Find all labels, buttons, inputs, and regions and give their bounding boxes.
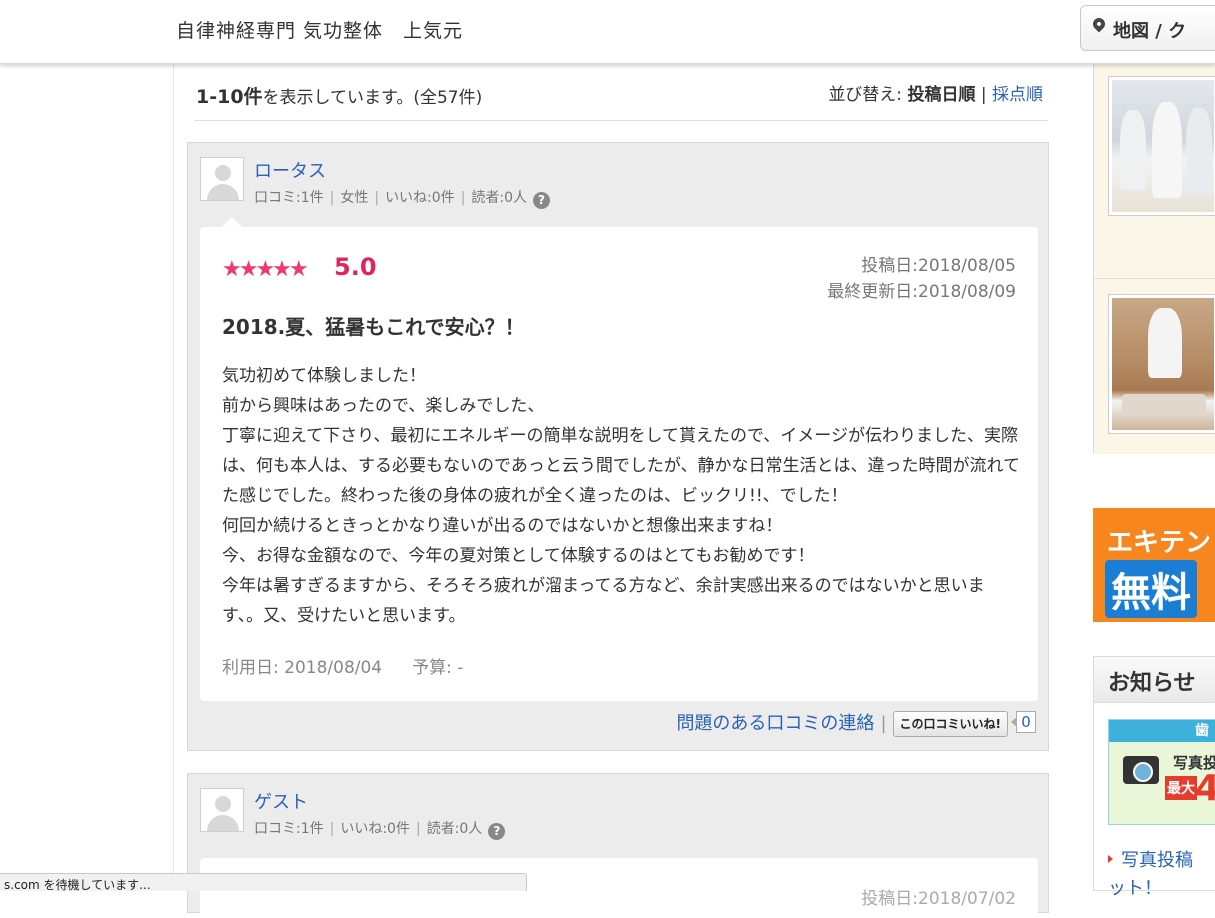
posted-date: 投稿日:2018/08/05 [861,256,1016,276]
meta-review-count: 口コミ:1件 [254,821,324,837]
sort-by-score-link[interactable]: 採点順 [992,85,1043,105]
results-range: 1-10件 [196,86,263,108]
usage-date: 利用日: 2018/08/04 [222,658,383,678]
meta-gender: 女性 [340,190,369,206]
avatar-body-shape [207,815,239,831]
avatar[interactable] [200,788,244,832]
posted-date: 投稿日:2018/07/02 [861,889,1016,909]
shop-photo[interactable] [1108,76,1215,216]
promo-banner[interactable]: エキテン 無料 [1093,508,1215,622]
like-count: 0 [1011,711,1036,733]
sidebar-divider [1093,278,1215,279]
review-title: 2018.夏、猛暑もこれで安心？！ [222,315,525,339]
review-card: ロータス 口コミ:1件 | 女性 | いいね:0件 | 読者:0人? ★★★★★ 5.0 投… [187,142,1049,751]
review-paragraph: 何回か続けるときっとかなり違いが出るのではないかと想像出来ますね！ [222,516,783,536]
sort-controls: 並び替え: 投稿日順 | 採点順 [828,80,1043,105]
help-icon[interactable]: ? [488,823,506,840]
review-paragraph: 前から興味はあったので、楽しみでした、 [222,396,545,416]
reviewer-name-link[interactable]: ゲスト [254,788,308,814]
notice-panel: お知らせ 歯 写真投 最大 4 写真投稿 ット！ [1093,656,1215,899]
review-actions: 問題のある口コミの連絡 | この口コミいいね! 0 [676,709,1036,737]
sort-label: 並び替え: [828,85,903,105]
report-review-link[interactable]: 問題のある口コミの連絡 [676,713,874,734]
map-button-label: 地図 / ク [1113,21,1187,42]
reviewer-name-link[interactable]: ロータス [254,157,326,183]
avatar-body-shape [207,184,239,200]
map-button[interactable]: 地図 / ク [1080,5,1215,51]
review-body-panel: ★★★★★ 5.0 投稿日:2018/08/05 最終更新日:2018/08/0… [200,217,1038,701]
rating-score: 5.0 [334,253,377,281]
avatar[interactable] [200,157,244,201]
shop-photo[interactable] [1108,294,1215,434]
notice-link[interactable]: 写真投稿 ット！ [1108,847,1215,903]
banner-free-label: 無料 [1105,560,1197,618]
results-divider [194,120,1048,121]
banner-title: エキテン [1107,528,1212,558]
updated-date: 最終更新日:2018/08/09 [827,282,1016,302]
browser-status-bar: s.com を待機しています... [0,873,527,891]
meta-review-count: 口コミ:1件 [254,190,324,206]
notice-link-cont: ット！ [1108,878,1162,899]
meta-readers: 読者:0人 [426,821,483,837]
review-paragraph: 今、お得な金額なので、今年の夏対策として体験するのはとてもお勧めです！ [222,546,815,566]
review-paragraph: 丁寧に迎えて下さり、最初にエネルギーの簡単な説明をして貰えたので、イメージが伝わ… [222,426,1020,506]
budget: 予算: - [412,658,464,678]
avatar-head-shape [215,796,231,812]
results-count: 1-10件を表示しています。(全57件) [196,82,482,109]
header-bar: 自律神経専門 気功整体 上気元 地図 / ク [0,0,1215,64]
avatar-head-shape [215,165,231,181]
sort-by-date[interactable]: 投稿日順 [907,85,975,105]
review-dates: 投稿日:2018/08/05 最終更新日:2018/08/09 [827,253,1016,305]
meta-likes: いいね:0件 [340,821,410,837]
review-text: 気功初めて体験しました！ 前から興味はあったので、楽しみでした、 丁寧に迎えて下… [222,361,1022,631]
left-divider [173,64,174,891]
staff-photo-image [1112,80,1214,212]
review-card: ゲスト 口コミ:1件 | いいね:0件 | 読者:0人? 投稿日:2018/07/02 [187,773,1049,918]
notice-image-number: 4 [1195,768,1215,809]
results-shown-text: を表示しています。(全57件) [262,88,483,108]
meta-likes: いいね:0件 [385,190,455,206]
like-button[interactable]: この口コミいいね! [892,711,1008,737]
camera-icon [1123,756,1159,784]
map-pin-icon [1090,15,1108,33]
notice-image-badge: 最大 [1165,776,1197,800]
reviewer-meta: 口コミ:1件 | 女性 | いいね:0件 | 読者:0人? [254,187,551,209]
help-icon[interactable]: ? [533,192,551,209]
star-rating: ★★★★★ [222,257,309,282]
site-title[interactable]: 自律神経専門 気功整体 上気元 [176,16,463,43]
usage-info: 利用日: 2018/08/04 予算: - [222,653,463,678]
notice-image-top-label: 歯 [1109,720,1215,742]
notice-image[interactable]: 歯 写真投 最大 4 [1108,719,1215,825]
review-paragraph: 気功初めて体験しました！ [222,366,426,386]
notice-link-label: 写真投稿 [1121,850,1193,871]
meta-readers: 読者:0人 [471,190,528,206]
sort-separator: | [980,85,987,105]
notice-heading: お知らせ [1094,657,1215,703]
treatment-photo-image [1112,298,1214,430]
arrow-icon [1108,855,1113,863]
reviewer-meta: 口コミ:1件 | いいね:0件 | 読者:0人? [254,818,506,840]
review-paragraph: 今年は暑すぎるますから、そろそろ疲れが溜まってる方など、余計実感出来るのではない… [222,576,985,626]
